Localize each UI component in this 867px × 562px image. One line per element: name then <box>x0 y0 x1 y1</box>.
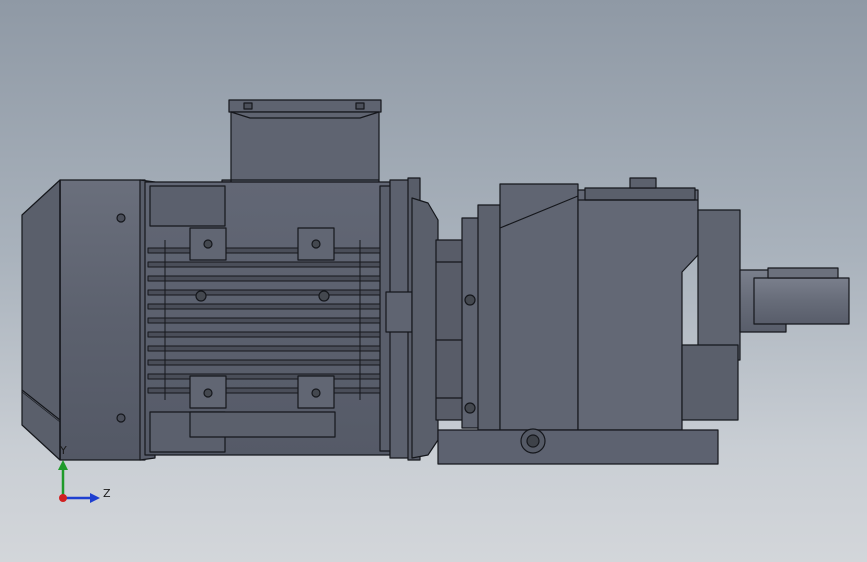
gearbox-housing <box>499 177 741 431</box>
gearmotor-model[interactable] <box>0 0 867 562</box>
gearbox-foot <box>437 428 719 465</box>
fan-cover <box>21 179 156 461</box>
reference-triad: Y Z <box>40 440 120 515</box>
triad-axes <box>58 460 100 503</box>
adapter-flange <box>411 197 501 459</box>
cooling-fins <box>147 240 381 400</box>
z-axis-label: Z <box>103 487 111 500</box>
y-axis-label: Y <box>60 444 67 457</box>
output-shaft <box>739 267 850 333</box>
graphics-viewport[interactable]: Y Z <box>0 0 867 562</box>
